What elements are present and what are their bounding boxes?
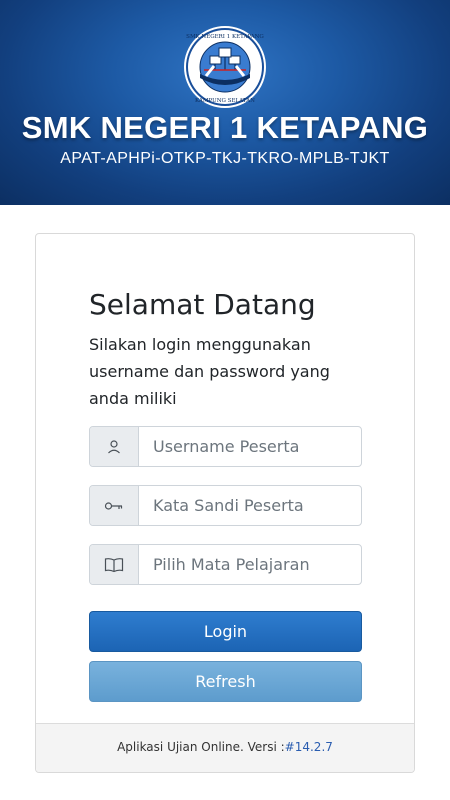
app-version-number: #14.2.7 bbox=[284, 740, 333, 754]
logo-bottom-text: KAMPUNG SELATAN bbox=[195, 98, 255, 104]
subject-input[interactable] bbox=[139, 545, 361, 584]
book-icon bbox=[90, 545, 139, 584]
login-instructions: Silakan login menggunakan username dan p… bbox=[89, 335, 330, 408]
key-icon bbox=[90, 486, 139, 525]
card-footer: Aplikasi Ujian Online. Versi :#14.2.7 bbox=[36, 723, 414, 772]
username-field-group bbox=[89, 426, 362, 467]
login-card: Selamat Datang Silakan login menggunakan… bbox=[35, 233, 415, 773]
school-logo: SMK NEGERI 1 KETAPANG KAMPUNG SELATAN bbox=[184, 26, 266, 108]
subject-field-group bbox=[89, 544, 362, 585]
user-icon bbox=[90, 427, 139, 466]
logo-top-text: SMK NEGERI 1 KETAPANG bbox=[186, 34, 264, 40]
password-input[interactable] bbox=[139, 486, 361, 525]
majors-list: APAT-APHPi-OTKP-TKJ-TKRO-MPLB-TJKT bbox=[60, 150, 390, 167]
school-name: SMK NEGERI 1 KETAPANG bbox=[21, 110, 429, 145]
app-version-label: Aplikasi Ujian Online. Versi : bbox=[117, 740, 285, 754]
app-header: SMK NEGERI 1 KETAPANG KAMPUNG SELATAN SM… bbox=[0, 0, 450, 205]
login-button[interactable]: Login bbox=[89, 611, 362, 652]
welcome-title: Selamat Datang bbox=[89, 288, 316, 321]
refresh-button[interactable]: Refresh bbox=[89, 661, 362, 702]
username-input[interactable] bbox=[139, 427, 361, 466]
password-field-group bbox=[89, 485, 362, 526]
